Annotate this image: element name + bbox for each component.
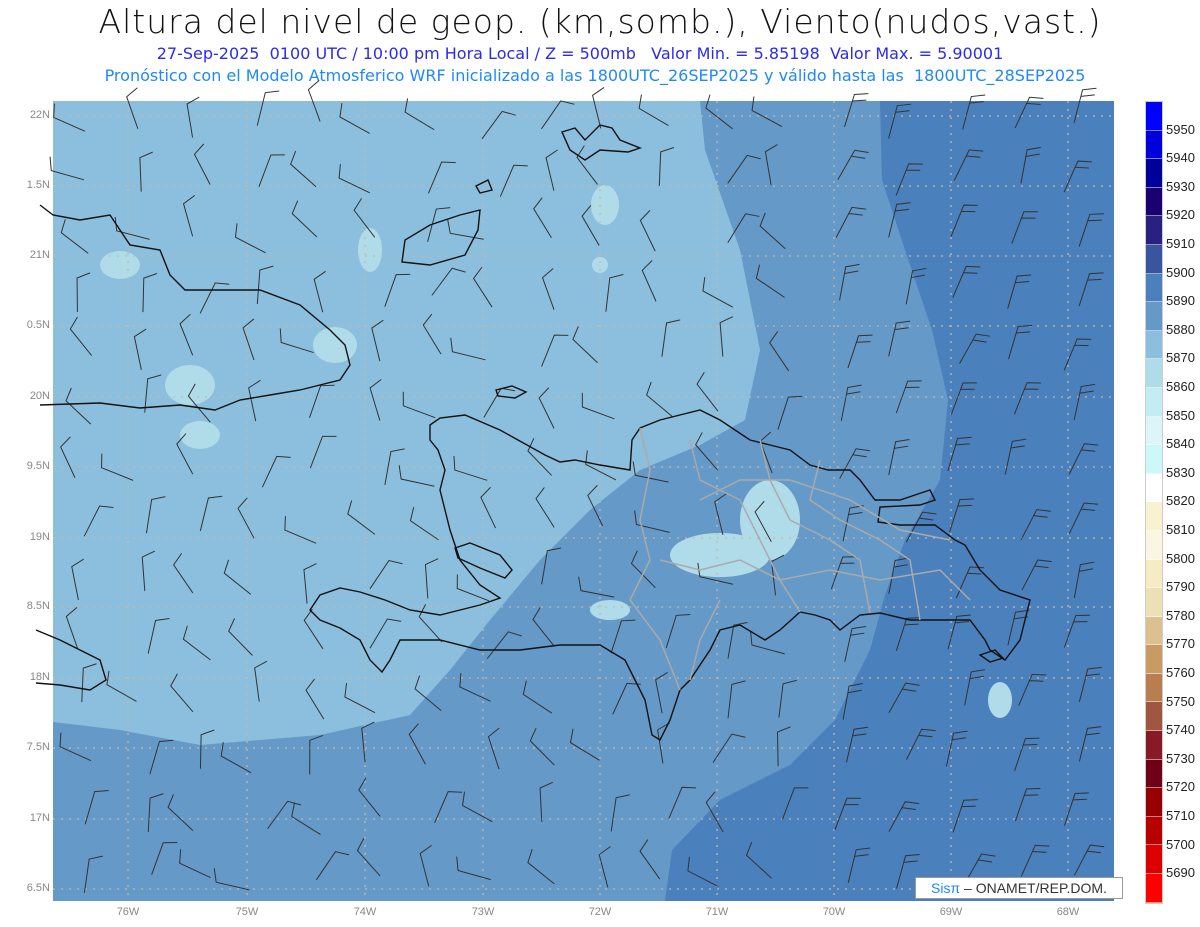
colorbar-bin — [1146, 387, 1162, 417]
colorbar-label: 5820 — [1166, 493, 1195, 509]
colorbar-bin — [1146, 273, 1162, 303]
lon-label: 71W — [705, 906, 729, 918]
lat-label: 9.5N — [26, 460, 50, 472]
colorbar-label: 5800 — [1166, 550, 1195, 566]
colorbar-bin — [1146, 445, 1162, 474]
colorbar-bin — [1146, 187, 1162, 217]
lat-label: 20N — [29, 390, 50, 402]
credit-text: – ONAMET/REP.DOM. — [960, 880, 1107, 896]
colorbar-label: 5780 — [1166, 607, 1195, 623]
colorbar-label: 5890 — [1166, 293, 1195, 309]
lat-label: 21N — [29, 249, 50, 261]
colorbar-bin — [1146, 874, 1162, 903]
colorbar-label: 5710 — [1166, 808, 1195, 823]
lon-label: 72W — [588, 906, 612, 918]
colorbar-label: 5880 — [1166, 321, 1195, 337]
credit-box: Sisπ – ONAMET/REP.DOM. — [915, 877, 1123, 899]
colorbar-label: 5940 — [1166, 150, 1195, 166]
lat-label: 1.5N — [26, 179, 50, 191]
colorbar-label: 5740 — [1166, 722, 1195, 738]
colorbar-bin — [1146, 588, 1162, 617]
colorbar-bin — [1146, 130, 1162, 160]
colorbar-bin — [1146, 788, 1162, 817]
colorbar-label: 5930 — [1166, 178, 1195, 194]
colorbar-label: 5750 — [1166, 693, 1195, 709]
colorbar-label: 5770 — [1166, 636, 1195, 652]
colorbar-label: 5910 — [1166, 236, 1195, 251]
colorbar-label: 5810 — [1166, 522, 1195, 537]
colorbar-label: 5700 — [1166, 836, 1195, 852]
colorbar-bin — [1146, 673, 1162, 703]
lon-label: 74W — [353, 906, 377, 918]
lon-label: 73W — [471, 906, 495, 918]
colorbar-label: 5870 — [1166, 350, 1195, 366]
colorbar-label: 5920 — [1166, 207, 1195, 223]
colorbar-label: 5790 — [1166, 579, 1195, 595]
colorbar-label: 5860 — [1166, 379, 1195, 394]
colorbar-label: 5950 — [1166, 121, 1195, 137]
colorbar-bin — [1146, 845, 1162, 875]
colorbar — [1145, 101, 1163, 904]
colorbar-bin — [1146, 102, 1162, 131]
lat-label: 6.5N — [26, 882, 50, 894]
lon-label: 69W — [939, 906, 963, 918]
colorbar-label: 5850 — [1166, 407, 1195, 423]
colorbar-bin — [1146, 731, 1162, 760]
colorbar-bin — [1146, 645, 1162, 674]
colorbar-bin — [1146, 359, 1162, 388]
geopotential-map — [35, 80, 1114, 901]
lon-label: 68W — [1056, 906, 1080, 918]
colorbar-bin — [1146, 159, 1162, 188]
colorbar-bin — [1146, 330, 1162, 360]
lon-label: 76W — [116, 906, 140, 918]
colorbar-bin — [1146, 702, 1162, 732]
colorbar-bin — [1146, 559, 1162, 589]
colorbar-bin — [1146, 502, 1162, 531]
lat-label: 0.5N — [26, 319, 50, 331]
colorbar-bin — [1146, 530, 1162, 560]
colorbar-bin — [1146, 302, 1162, 331]
colorbar-label: 5760 — [1166, 665, 1195, 680]
colorbar-bin — [1146, 416, 1162, 446]
lat-label: 19N — [29, 531, 50, 543]
colorbar-bin — [1146, 759, 1162, 789]
lon-label: 75W — [235, 906, 259, 918]
colorbar-bin — [1146, 616, 1162, 646]
lat-label: 18N — [29, 671, 50, 683]
lat-label: 7.5N — [26, 741, 50, 753]
lat-label: 22N — [29, 109, 50, 121]
colorbar-bin — [1146, 473, 1162, 503]
lat-label: 17N — [29, 812, 50, 824]
colorbar-label: 5900 — [1166, 264, 1195, 280]
colorbar-label: 5690 — [1166, 865, 1195, 881]
colorbar-bin — [1146, 816, 1162, 846]
colorbar-label: 5840 — [1166, 436, 1195, 452]
colorbar-bin — [1146, 216, 1162, 245]
lat-label: 8.5N — [26, 600, 50, 612]
sispi-brand: Sisπ — [931, 880, 961, 896]
colorbar-label: 5720 — [1166, 779, 1195, 795]
colorbar-label: 5830 — [1166, 464, 1195, 480]
lon-label: 70W — [822, 906, 846, 918]
colorbar-bin — [1146, 244, 1162, 274]
colorbar-label: 5730 — [1166, 750, 1195, 766]
